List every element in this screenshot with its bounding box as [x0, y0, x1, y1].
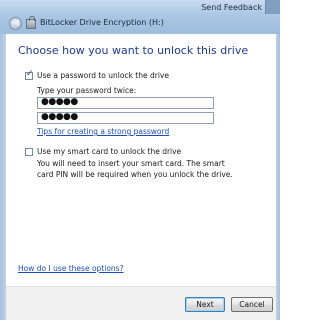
next-button[interactable]: Next [185, 297, 225, 312]
smart-card-description: You will need to insert your smart card.… [37, 159, 233, 179]
confirm-password-field-value: ●●●●● [41, 112, 78, 122]
window-frame-left [0, 34, 6, 320]
cancel-button-label: Cancel [239, 300, 265, 309]
send-feedback-link[interactable]: Send Feedback [201, 3, 262, 12]
page-heading: Choose how you want to unlock this drive [18, 44, 249, 57]
next-button-label: Next [196, 300, 214, 309]
back-button[interactable]: ◀ [9, 17, 22, 30]
use-password-label[interactable]: Use a password to unlock the drive [37, 71, 169, 80]
bitlocker-wizard-window: Send Feedback ◀ BitLocker Drive Encrypti… [0, 0, 280, 320]
strong-password-tips-link[interactable]: Tips for creating a strong password [37, 127, 169, 136]
use-password-checkbox[interactable] [25, 69, 34, 80]
password-field-value: ●●●●● [41, 97, 78, 107]
back-arrow-icon: ◀ [12, 18, 19, 28]
password-field[interactable]: ●●●●● [37, 97, 214, 109]
bitlocker-icon [26, 16, 36, 29]
window-frame-right [276, 34, 280, 320]
use-smart-card-label[interactable]: Use my smart card to unlock the drive [37, 147, 181, 156]
confirm-password-field[interactable]: ●●●●● [37, 112, 214, 124]
close-button[interactable] [265, 0, 280, 14]
window-title: BitLocker Drive Encryption (H:) [40, 18, 164, 27]
use-smart-card-checkbox[interactable] [25, 148, 33, 156]
type-password-twice-label: Type your password twice: [37, 86, 137, 95]
help-link[interactable]: How do I use these options? [18, 264, 124, 273]
cancel-button[interactable]: Cancel [231, 297, 273, 312]
